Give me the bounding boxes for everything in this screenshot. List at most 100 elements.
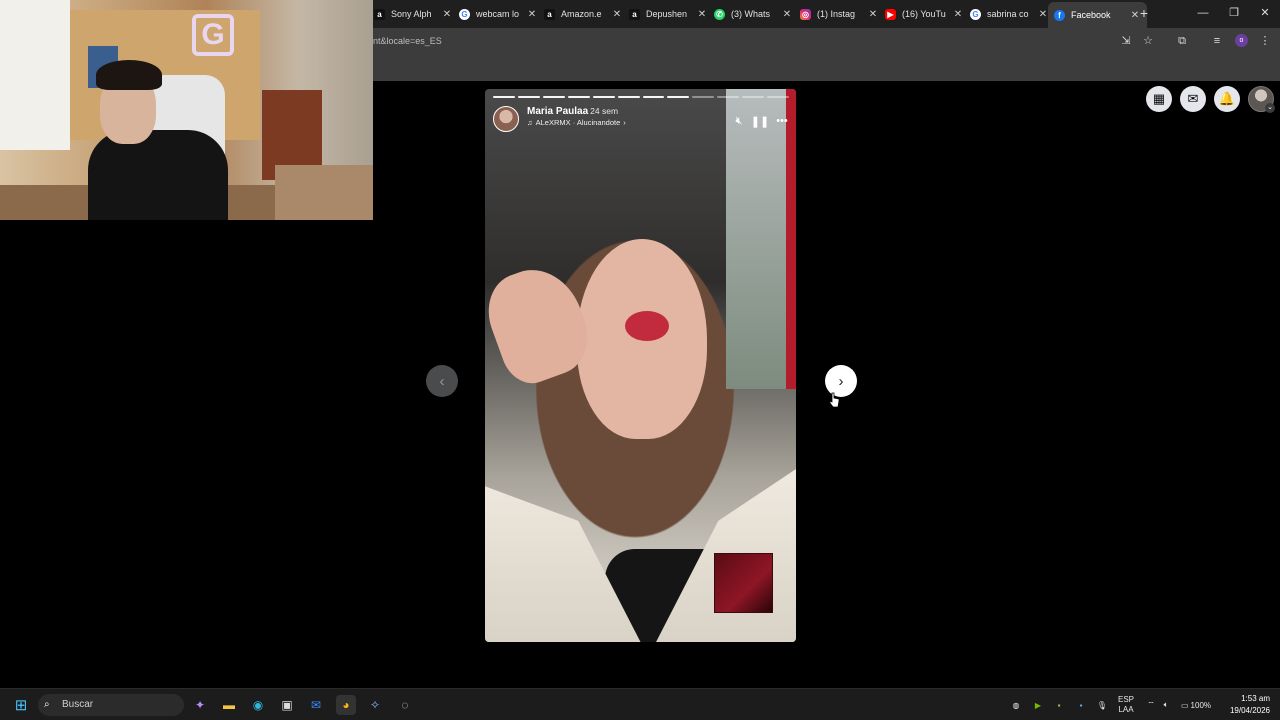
tab-sabrina[interactable]: G sabrina co ✕ bbox=[964, 3, 1055, 25]
tab-label: (1) Instag bbox=[817, 9, 856, 19]
more-options-icon[interactable]: ••• bbox=[774, 113, 790, 129]
system-clock[interactable]: 1:53 am 19/04/2026 bbox=[1210, 693, 1270, 717]
chrome-icon[interactable]: ◕ bbox=[336, 695, 356, 715]
tab-label: sabrina co bbox=[987, 9, 1029, 19]
story-author-info: Maria Paulaa 24 sem ♫ ALeXRMX · Alucinand… bbox=[527, 106, 626, 127]
tab-label: (3) Whats bbox=[731, 9, 771, 19]
close-icon[interactable]: ✕ bbox=[781, 9, 793, 20]
story-author-name[interactable]: Maria Paulaa bbox=[527, 106, 588, 117]
webcam-g-sign: G bbox=[192, 14, 234, 56]
tab-sony[interactable]: a Sony Alph ✕ bbox=[368, 3, 459, 25]
windows-taskbar: ⊞ Buscar ⌕ ✦ ▬ ◉ ▣ ✉ ◕ ✧ ◌ ◍ ▶ ▪ ▪ 🎙︎ ES… bbox=[0, 688, 1280, 720]
car-door-trim bbox=[786, 89, 796, 389]
tab-label: (16) YouTu bbox=[902, 9, 946, 19]
tab-youtube[interactable]: ▶ (16) YouTu ✕ bbox=[879, 3, 970, 25]
search-icon: ⌕ bbox=[44, 699, 50, 710]
tab-facebook[interactable]: f Facebook ✕ bbox=[1048, 2, 1147, 28]
tab-instagram[interactable]: ◎ (1) Instag ✕ bbox=[794, 3, 885, 25]
close-icon[interactable]: ✕ bbox=[696, 9, 708, 20]
tray-green-icon[interactable]: ▪ bbox=[1051, 695, 1067, 715]
story-progress-segment bbox=[617, 96, 640, 98]
windows-start-icon[interactable]: ⊞ bbox=[11, 695, 31, 715]
menu-icon[interactable]: ⋮ bbox=[1258, 34, 1272, 48]
story-progress-segment bbox=[642, 96, 665, 98]
mute-icon[interactable]: 🔇︎ bbox=[731, 113, 747, 129]
story-progress-segment bbox=[667, 96, 690, 98]
tray-blue-icon[interactable]: ▪ bbox=[1073, 695, 1089, 715]
notifications-bell-icon[interactable]: 🔔 bbox=[1214, 86, 1240, 112]
volume-icon[interactable]: 🔈︎ bbox=[1159, 695, 1173, 715]
ai-sparkle-icon[interactable]: ✧ bbox=[365, 695, 385, 715]
amazon-icon: a bbox=[629, 8, 640, 20]
story-progress-segment bbox=[517, 96, 540, 98]
story-photo-lips bbox=[625, 311, 669, 341]
pause-icon[interactable]: ❚❚ bbox=[751, 113, 769, 129]
media-controls-icon[interactable]: ≡ bbox=[1210, 34, 1224, 48]
story-progress-segment bbox=[692, 96, 715, 98]
webcam-overlay: G bbox=[0, 0, 373, 220]
keyboard-layout: LAA bbox=[1118, 705, 1134, 714]
profile-avatar[interactable]: o bbox=[1235, 34, 1248, 47]
story-age: 24 sem bbox=[590, 106, 619, 116]
tab-label: webcam lo bbox=[476, 9, 520, 19]
menu-grid-icon[interactable]: ▦ bbox=[1146, 86, 1172, 112]
story-card[interactable]: Maria Paulaa 24 sem ♫ ALeXRMX · Alucinand… bbox=[485, 89, 796, 642]
tab-depushen[interactable]: a Depushen ✕ bbox=[623, 3, 714, 25]
facebook-top-actions: ▦ ✉ 🔔 ⌄ bbox=[1146, 86, 1275, 113]
tab-label: Amazon.e bbox=[561, 9, 602, 19]
music-note-icon: ♫ bbox=[527, 118, 533, 127]
tab-whatsapp[interactable]: ✆ (3) Whats ✕ bbox=[708, 3, 799, 25]
clock-time: 1:53 am bbox=[1241, 694, 1270, 703]
nvidia-icon[interactable]: ▶ bbox=[1030, 695, 1046, 715]
story-progress-segment bbox=[742, 96, 765, 98]
close-icon[interactable]: ✕ bbox=[611, 9, 623, 20]
account-avatar[interactable]: ⌄ bbox=[1248, 86, 1275, 113]
music-sticker[interactable] bbox=[714, 553, 773, 613]
close-icon[interactable]: ✕ bbox=[952, 9, 964, 20]
wifi-icon[interactable]: ⌔ bbox=[1144, 695, 1158, 715]
chevron-right-icon: › bbox=[623, 118, 626, 127]
tab-amazon[interactable]: a Amazon.e ✕ bbox=[538, 3, 629, 25]
webcam-person-hair bbox=[96, 60, 162, 90]
file-explorer-icon[interactable]: ▬ bbox=[219, 695, 239, 715]
close-icon[interactable]: ✕ bbox=[441, 9, 453, 20]
microphone-icon[interactable]: 🎙︎ bbox=[1095, 695, 1109, 715]
new-tab-button[interactable]: + bbox=[1136, 4, 1152, 22]
minimize-button[interactable]: — bbox=[1193, 4, 1213, 22]
store-icon[interactable]: ▣ bbox=[277, 695, 297, 715]
language-code: ESP bbox=[1117, 695, 1134, 704]
app-icon[interactable]: ◌ bbox=[395, 695, 415, 715]
restore-button[interactable]: ❐ bbox=[1224, 4, 1244, 22]
edge-icon[interactable]: ◉ bbox=[248, 695, 268, 715]
whatsapp-icon: ✆ bbox=[714, 8, 725, 20]
copilot-icon[interactable]: ✦ bbox=[190, 695, 210, 715]
webcam-window bbox=[0, 0, 70, 150]
battery-level: 100% bbox=[1190, 700, 1212, 710]
tray-app-icon[interactable]: ◍ bbox=[1008, 695, 1024, 715]
mail-icon[interactable]: ✉ bbox=[306, 695, 326, 715]
address-bar[interactable]: nt&locale=es_ES bbox=[373, 30, 1113, 53]
tab-webcam[interactable]: G webcam lo ✕ bbox=[453, 3, 544, 25]
google-icon: G bbox=[459, 8, 470, 20]
amazon-icon: a bbox=[544, 8, 555, 20]
close-icon[interactable]: ✕ bbox=[526, 9, 538, 20]
chevron-down-icon: ⌄ bbox=[1265, 103, 1275, 113]
tab-label: Depushen bbox=[646, 9, 688, 19]
story-progress-segment bbox=[567, 96, 590, 98]
bookmark-star-icon[interactable]: ☆ bbox=[1141, 34, 1155, 48]
previous-story-button[interactable]: ‹ bbox=[426, 365, 458, 397]
story-header: Maria Paulaa 24 sem ♫ ALeXRMX · Alucinand… bbox=[493, 106, 626, 132]
taskbar-search-box[interactable]: Buscar bbox=[38, 694, 184, 716]
close-window-button[interactable]: ✕ bbox=[1255, 4, 1275, 22]
messenger-icon[interactable]: ✉ bbox=[1180, 86, 1206, 112]
language-indicator[interactable]: ESP LAA bbox=[1114, 695, 1138, 715]
story-music[interactable]: ♫ ALeXRMX · Alucinandote › bbox=[527, 118, 626, 127]
instagram-icon: ◎ bbox=[800, 8, 811, 20]
story-progress-bar bbox=[493, 96, 790, 98]
extensions-icon[interactable]: ⧉ bbox=[1175, 34, 1189, 48]
clock-date: 19/04/2026 bbox=[1229, 706, 1270, 715]
story-author-avatar[interactable] bbox=[493, 106, 519, 132]
close-icon[interactable]: ✕ bbox=[867, 9, 879, 20]
tab-label: Facebook bbox=[1071, 10, 1111, 20]
install-app-icon[interactable]: ⇲ bbox=[1119, 34, 1133, 48]
